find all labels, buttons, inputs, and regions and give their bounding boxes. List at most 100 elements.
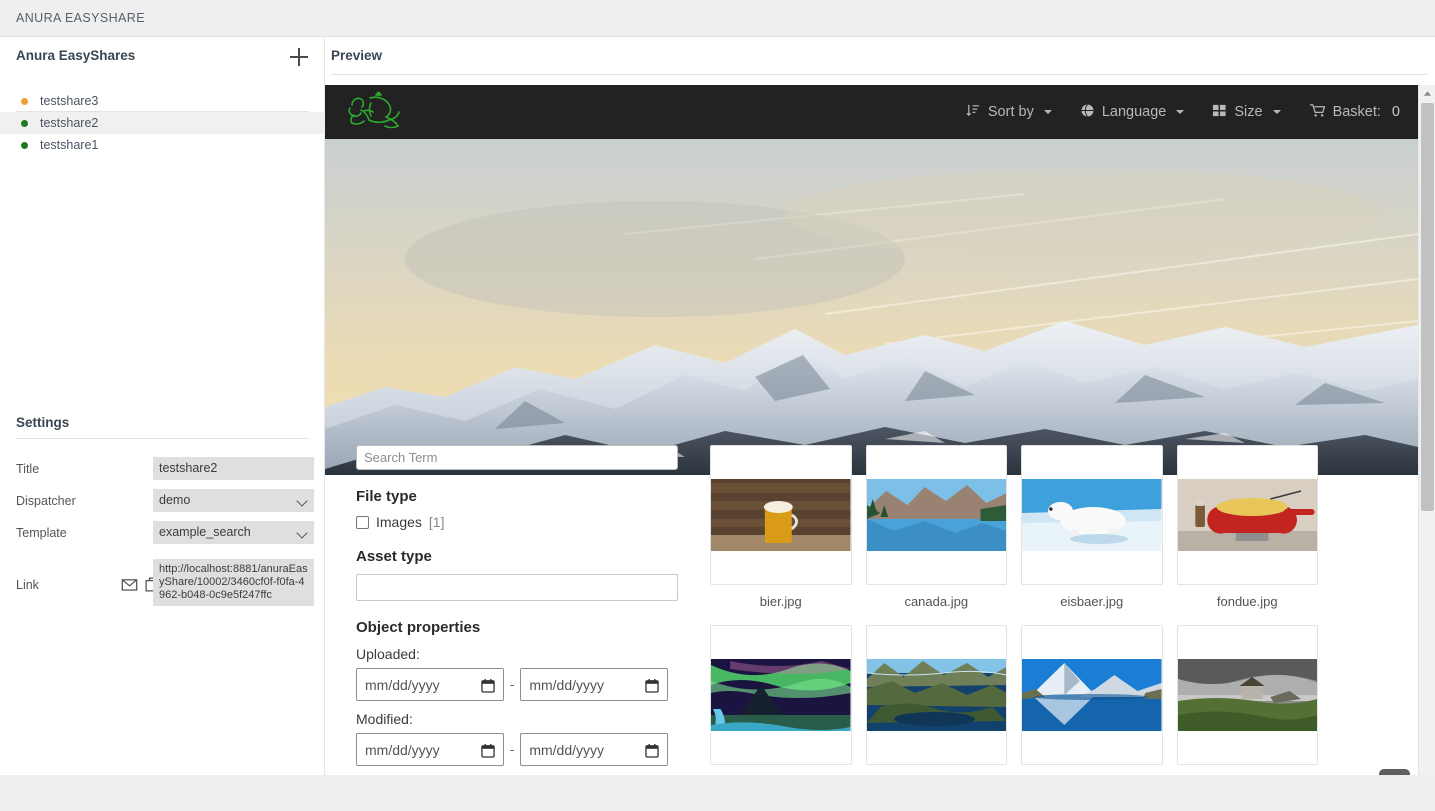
preview-navbar-menu: Sort by Language Size Basket: 0 bbox=[966, 85, 1400, 139]
language-menu[interactable]: Language bbox=[1080, 103, 1185, 122]
result-thumbnail-eisbaer[interactable] bbox=[1021, 445, 1163, 585]
search-input[interactable] bbox=[356, 445, 678, 470]
result-caption: eisbaer.jpg bbox=[1060, 594, 1124, 609]
preview-panel: Preview Sort by Language Size Basket: 0 … bbox=[325, 37, 1435, 811]
dispatcher-label: Dispatcher bbox=[16, 494, 76, 508]
result-thumbnail-canada[interactable] bbox=[865, 445, 1007, 585]
results-grid: bier.jpg canada.jpg eisbaer.jpg fondue.j… bbox=[710, 445, 1318, 811]
calendar-icon[interactable] bbox=[481, 678, 495, 693]
modified-date-range: mm/dd/yyyy - mm/dd/yyyy bbox=[356, 733, 678, 766]
status-dot-icon bbox=[21, 120, 28, 127]
status-dot-icon bbox=[21, 142, 28, 149]
list-item-label: testshare3 bbox=[40, 94, 99, 108]
scrollbar-thumb[interactable] bbox=[1421, 103, 1434, 511]
calendar-icon[interactable] bbox=[645, 743, 660, 758]
globe-icon bbox=[1080, 103, 1095, 122]
results-row-1-labels: bier.jpg canada.jpg eisbaer.jpg fondue.j… bbox=[710, 585, 1318, 609]
scrollbar-up-arrow-icon[interactable] bbox=[1419, 85, 1435, 102]
date-placeholder-text: mm/dd/yyyy bbox=[529, 676, 605, 693]
size-menu[interactable]: Size bbox=[1212, 103, 1281, 122]
email-icon[interactable] bbox=[121, 576, 138, 593]
easyshare-list: testshare3 testshare2 testshare1 bbox=[0, 90, 325, 156]
application-window: ANURA EASYSHARE Anura EasyShares testsha… bbox=[0, 0, 1435, 811]
matterhorn-image bbox=[1022, 659, 1162, 731]
modified-date-from[interactable]: mm/dd/yyyy bbox=[356, 733, 504, 766]
frog-logo-icon[interactable] bbox=[340, 91, 406, 133]
island-image bbox=[711, 659, 851, 731]
images-label: Images bbox=[376, 514, 422, 530]
result-caption: canada.jpg bbox=[904, 594, 969, 609]
fondue-image bbox=[1177, 479, 1317, 551]
bier-image bbox=[711, 479, 851, 551]
preview-title: Preview bbox=[331, 48, 383, 63]
preview-navbar: Sort by Language Size Basket: 0 bbox=[325, 85, 1418, 139]
sort-icon bbox=[966, 103, 981, 122]
language-label: Language bbox=[1101, 104, 1167, 120]
images-checkbox[interactable] bbox=[356, 515, 369, 529]
list-item-label: testshare2 bbox=[40, 116, 99, 130]
results-row-2 bbox=[710, 625, 1318, 765]
basket-menu[interactable]: Basket: 0 bbox=[1309, 103, 1400, 122]
lofoten-image bbox=[866, 659, 1006, 731]
result-thumbnail-norway[interactable] bbox=[1176, 625, 1318, 765]
file-type-heading: File type bbox=[356, 488, 417, 505]
asset-type-input[interactable] bbox=[356, 574, 678, 601]
status-dot-icon bbox=[21, 98, 28, 105]
chevron-down-icon bbox=[1043, 110, 1052, 114]
dispatcher-select[interactable]: demo bbox=[153, 489, 314, 512]
grid-icon bbox=[1212, 103, 1227, 122]
uploaded-label: Uploaded: bbox=[356, 646, 420, 662]
result-thumbnail-matterhorn[interactable] bbox=[1021, 625, 1163, 765]
search-filters: File type Images [1] Asset type Object p… bbox=[356, 445, 678, 766]
list-item-label: testshare1 bbox=[40, 138, 99, 152]
template-label: Template bbox=[16, 526, 67, 540]
preview-divider bbox=[331, 74, 1427, 75]
modified-label: Modified: bbox=[356, 711, 413, 727]
eisbaer-image bbox=[1022, 479, 1162, 551]
date-placeholder-text: mm/dd/yyyy bbox=[365, 676, 440, 693]
chevron-down-icon bbox=[1176, 110, 1185, 114]
result-caption: bier.jpg bbox=[759, 594, 802, 609]
basket-label: Basket: bbox=[1332, 104, 1381, 120]
result-thumbnail-lofoten[interactable] bbox=[865, 625, 1007, 765]
uploaded-date-from[interactable]: mm/dd/yyyy bbox=[356, 668, 504, 701]
result-caption: fondue.jpg bbox=[1216, 594, 1278, 609]
result-thumbnail-fondue[interactable] bbox=[1176, 445, 1318, 585]
hero-banner-image bbox=[325, 139, 1418, 475]
uploaded-date-to[interactable]: mm/dd/yyyy bbox=[520, 668, 669, 701]
norway-image bbox=[1177, 659, 1317, 731]
link-label: Link bbox=[16, 578, 39, 592]
modified-date-to[interactable]: mm/dd/yyyy bbox=[520, 733, 669, 766]
basket-count: 0 bbox=[1391, 104, 1400, 120]
footer-spacer bbox=[0, 775, 1435, 811]
date-placeholder-text: mm/dd/yyyy bbox=[529, 741, 605, 758]
file-type-images-row[interactable]: Images [1] bbox=[356, 514, 678, 530]
list-item-testshare2[interactable]: testshare2 bbox=[0, 112, 325, 134]
list-item-testshare3[interactable]: testshare3 bbox=[0, 90, 325, 112]
template-select[interactable]: example_search bbox=[153, 521, 314, 544]
list-item-testshare1[interactable]: testshare1 bbox=[0, 134, 325, 156]
title-field[interactable]: testshare2 bbox=[153, 457, 314, 480]
chevron-down-icon bbox=[1272, 110, 1281, 114]
preview-header: Preview bbox=[325, 37, 1435, 74]
sort-by-label: Sort by bbox=[987, 104, 1034, 120]
size-label: Size bbox=[1234, 104, 1263, 120]
left-panel: Anura EasyShares testshare3 testshare2 t… bbox=[0, 37, 325, 811]
top-bar: ANURA EASYSHARE bbox=[0, 0, 1435, 37]
calendar-icon[interactable] bbox=[645, 678, 660, 693]
calendar-icon[interactable] bbox=[481, 743, 495, 758]
results-row-1 bbox=[710, 445, 1318, 585]
link-value[interactable]: http://localhost:8881/anuraEasyShare/100… bbox=[153, 559, 314, 606]
easyshares-panel-header: Anura EasyShares bbox=[0, 37, 324, 74]
result-thumbnail-island[interactable] bbox=[710, 625, 852, 765]
date-range-separator: - bbox=[510, 677, 515, 692]
result-thumbnail-bier[interactable] bbox=[710, 445, 852, 585]
canada-image bbox=[866, 479, 1006, 551]
preview-scrollbar[interactable] bbox=[1418, 85, 1435, 811]
add-easyshare-button[interactable] bbox=[286, 44, 312, 70]
cart-icon bbox=[1309, 103, 1326, 122]
sort-by-menu[interactable]: Sort by bbox=[966, 103, 1052, 122]
preview-iframe: Sort by Language Size Basket: 0 Search T… bbox=[325, 85, 1435, 811]
images-count: [1] bbox=[428, 514, 445, 530]
app-brand-title: ANURA EASYSHARE bbox=[16, 11, 145, 25]
